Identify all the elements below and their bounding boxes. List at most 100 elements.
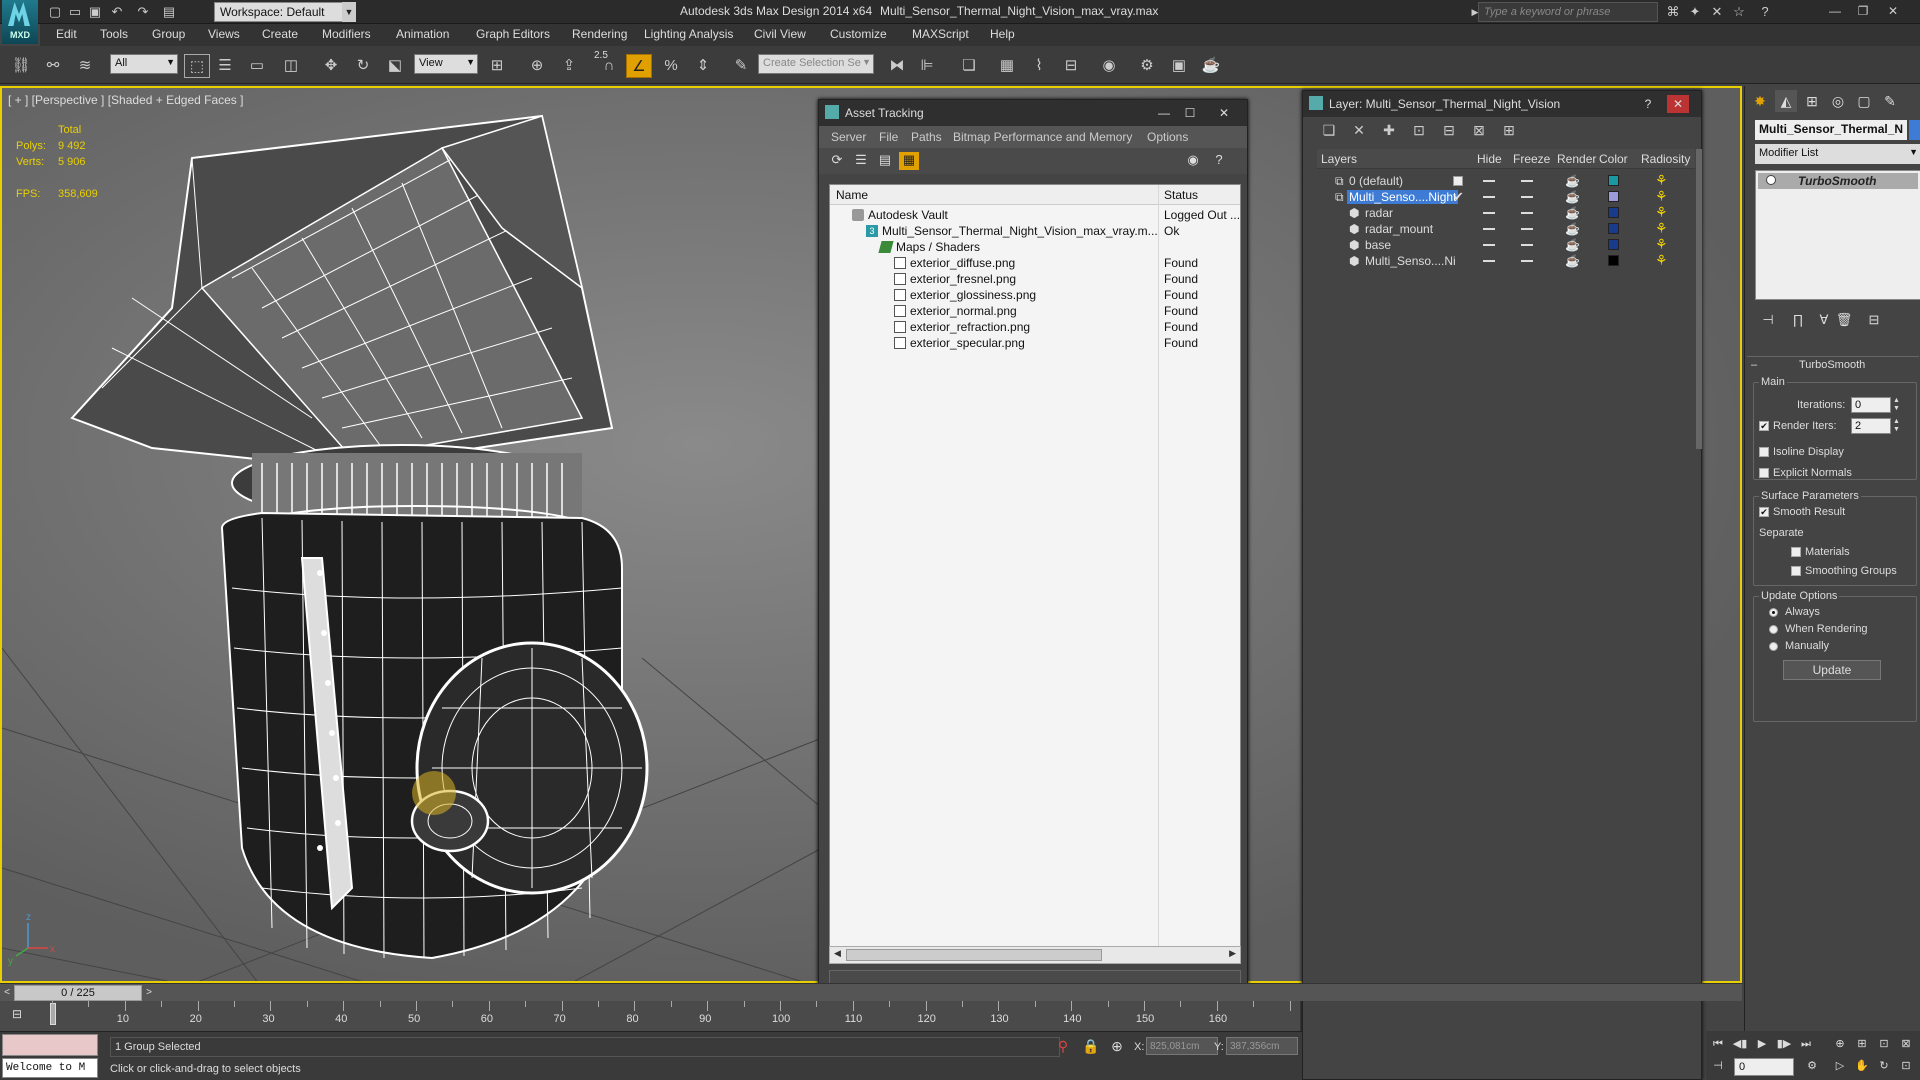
align-icon[interactable]: ⊫ <box>914 54 940 78</box>
hide-unhide-all-icon[interactable]: ⊠ <box>1469 122 1489 140</box>
freeze-toggle[interactable] <box>1521 180 1533 182</box>
zoom-all-icon[interactable]: ⊞ <box>1852 1035 1872 1053</box>
detail-view-icon[interactable]: ▤ <box>875 152 895 170</box>
selection-filter-dropdown[interactable]: All ▼ <box>110 54 178 74</box>
render-teapot-icon[interactable]: ☕ <box>1565 238 1580 252</box>
close-icon[interactable]: ✕ <box>1213 104 1235 122</box>
edit-named-selection-icon[interactable]: ✎ <box>728 54 754 78</box>
hierarchy-tab-icon[interactable]: ⊞ <box>1801 90 1823 112</box>
hide-toggle[interactable] <box>1483 244 1495 246</box>
chevron-down-icon[interactable]: ▼ <box>342 2 356 22</box>
rectangular-selection-icon[interactable]: ▭ <box>244 54 270 78</box>
layer-color-swatch[interactable] <box>1608 255 1619 266</box>
hide-toggle[interactable] <box>1483 260 1495 262</box>
zoom-icon[interactable]: ⊕ <box>1830 1035 1850 1053</box>
favorites-star-icon[interactable]: ☆ <box>1730 3 1748 21</box>
asset-tracking-titlebar[interactable]: Asset Tracking — ☐ ✕ <box>819 100 1247 126</box>
layer-col-color[interactable]: Color <box>1599 152 1628 166</box>
menu-graph-editors[interactable]: Graph Editors <box>476 27 550 41</box>
maximize-icon[interactable]: ☐ <box>1179 104 1201 122</box>
vault-connect-icon[interactable]: ◉ <box>1183 152 1203 170</box>
graphite-toolbox-icon[interactable]: ▦ <box>994 54 1020 78</box>
key-mode-icon[interactable]: ⊣ <box>1708 1057 1728 1075</box>
communication-icon[interactable]: ✦ <box>1686 3 1704 21</box>
modify-tab-icon[interactable]: ◭ <box>1775 90 1797 112</box>
asset-menu-file[interactable]: File <box>879 130 898 144</box>
layer-col-render[interactable]: Render <box>1557 152 1596 166</box>
selection-lock-icon[interactable]: 🔒 <box>1082 1038 1100 1056</box>
menu-rendering[interactable]: Rendering <box>572 27 627 41</box>
exchange-icon[interactable]: ✕ <box>1708 3 1726 21</box>
freeze-toggle[interactable] <box>1521 196 1533 198</box>
menu-lighting-analysis[interactable]: Lighting Analysis <box>644 27 733 41</box>
render-teapot-icon[interactable]: ☕ <box>1565 222 1580 236</box>
list-view-icon[interactable]: ☰ <box>851 152 871 170</box>
keyboard-shortcut-override-icon[interactable]: ⇪ <box>556 54 582 78</box>
menu-group[interactable]: Group <box>152 27 185 41</box>
table-view-icon[interactable]: ▦ <box>899 152 919 170</box>
unlink-icon[interactable]: ⚯ <box>40 54 66 78</box>
help-icon[interactable]: ? <box>1209 152 1229 170</box>
motion-tab-icon[interactable]: ◎ <box>1827 90 1849 112</box>
help-icon[interactable]: ? <box>1756 3 1774 21</box>
absolute-mode-icon[interactable]: ⊕ <box>1108 1038 1126 1056</box>
asset-menu-server[interactable]: Server <box>831 130 866 144</box>
configure-sets-icon[interactable]: ⊟ <box>1863 312 1885 332</box>
frame-cursor[interactable] <box>50 1003 56 1025</box>
add-to-layer-icon[interactable]: ✚ <box>1379 122 1399 140</box>
smoothing-groups-checkbox[interactable] <box>1791 566 1801 576</box>
rollout-title[interactable]: TurboSmooth <box>1799 359 1865 371</box>
move-icon[interactable]: ✥ <box>318 54 344 78</box>
isoline-display-checkbox[interactable] <box>1759 447 1769 457</box>
chevron-right-icon[interactable]: ▶ <box>1229 948 1236 959</box>
save-file-icon[interactable]: ▣ <box>86 3 104 21</box>
layer-color-swatch[interactable] <box>1608 239 1619 250</box>
spinner-arrows-icon[interactable]: ▲ ▼ <box>1893 397 1901 413</box>
freeze-toggle[interactable] <box>1521 244 1533 246</box>
select-by-name-icon[interactable]: ☰ <box>212 54 238 78</box>
render-teapot-icon[interactable]: ☕ <box>1565 254 1580 268</box>
app-menu-button[interactable]: MXD <box>2 0 38 44</box>
rollout-collapse-icon[interactable]: – <box>1751 359 1757 371</box>
workspace-dropdown[interactable]: Workspace: Default <box>214 2 354 22</box>
menu-customize[interactable]: Customize <box>830 27 887 41</box>
curve-editor-icon[interactable]: ⌇ <box>1026 54 1052 78</box>
restore-icon[interactable]: ❐ <box>1850 2 1876 20</box>
orbit-icon[interactable]: ↻ <box>1874 1057 1894 1075</box>
materials-checkbox[interactable] <box>1791 547 1801 557</box>
manually-radio[interactable] <box>1769 642 1778 651</box>
chevron-left-icon[interactable]: < <box>0 984 14 1002</box>
angle-snap-icon[interactable]: ∠ <box>626 54 652 78</box>
render-iters-spinner[interactable]: 2 <box>1851 418 1891 434</box>
current-layer-checkbox[interactable] <box>1453 176 1463 186</box>
asset-col-status[interactable]: Status <box>1164 188 1198 202</box>
render-teapot-icon[interactable]: ☕ <box>1565 174 1580 188</box>
rendered-frame-window-icon[interactable]: ▣ <box>1166 54 1192 78</box>
current-frame-field[interactable]: 0 <box>1734 1058 1794 1076</box>
spinner-arrows-icon[interactable]: ▲ ▼ <box>1893 418 1901 434</box>
go-to-start-icon[interactable]: ⏮ <box>1708 1035 1728 1053</box>
select-and-link-icon[interactable]: ⛓ <box>8 54 34 78</box>
undo-icon[interactable]: ↶ <box>108 3 126 21</box>
rotate-icon[interactable]: ↻ <box>350 54 376 78</box>
asset-menu-paths[interactable]: Paths <box>911 130 942 144</box>
window-crossing-icon[interactable]: ◫ <box>278 54 304 78</box>
hide-toggle[interactable] <box>1483 196 1495 198</box>
reference-coordinate-dropdown[interactable]: View ▼ <box>414 54 478 74</box>
asset-menu-options[interactable]: Options <box>1147 130 1188 144</box>
snaps-toggle-icon[interactable]: ∩ <box>596 54 622 78</box>
highlight-selected-layer-icon[interactable]: ⊟ <box>1439 122 1459 140</box>
maximize-viewport-icon[interactable]: ⊡ <box>1896 1057 1916 1075</box>
asset-row-file[interactable]: exterior_specular.png Found <box>830 333 1240 353</box>
named-selection-dropdown[interactable]: Create Selection Se ▼ <box>758 54 874 74</box>
zoom-extents-icon[interactable]: ⊡ <box>1874 1035 1894 1053</box>
render-iters-checkbox[interactable]: ✔ <box>1759 421 1769 431</box>
freeze-toggle[interactable] <box>1521 260 1533 262</box>
close-icon[interactable]: ✕ <box>1667 95 1689 113</box>
radiosity-icon[interactable]: ⚘ <box>1655 252 1668 269</box>
menu-modifiers[interactable]: Modifiers <box>322 27 371 41</box>
update-button[interactable]: Update <box>1783 660 1881 680</box>
select-object-icon[interactable]: ⬚ <box>184 54 210 78</box>
smooth-result-checkbox[interactable]: ✔ <box>1759 507 1769 517</box>
display-tab-icon[interactable]: ▢ <box>1853 90 1875 112</box>
